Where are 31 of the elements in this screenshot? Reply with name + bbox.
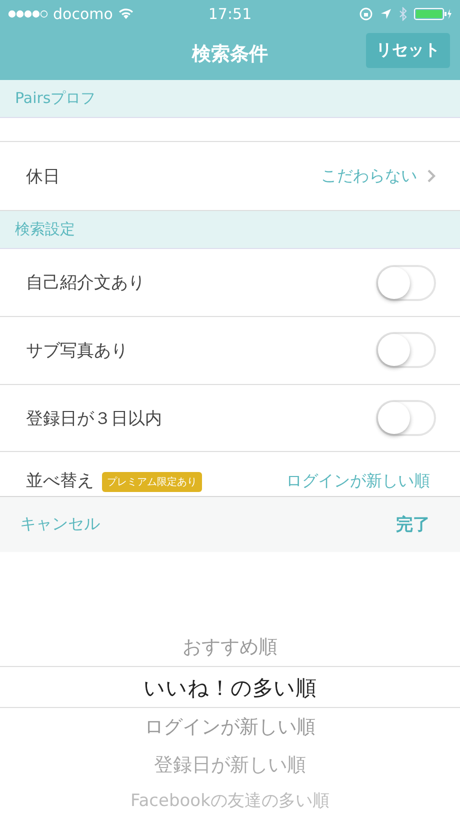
row-label: 休日 [26, 166, 61, 188]
picker-option[interactable]: ログインが新しい順 [0, 708, 460, 746]
row-value[interactable]: こだわらない [321, 166, 417, 187]
carrier-name: docomo [53, 4, 113, 22]
picker-option[interactable]: いいね！の多い順 [0, 666, 460, 708]
screen-title: 検索条件 [192, 42, 268, 66]
section-title: Pairsプロフ [15, 88, 96, 108]
premium-badge: プレミアム限定あり [102, 472, 202, 492]
chevron-icon [427, 169, 436, 184]
row-value[interactable]: ログインが新しい順 [286, 471, 430, 492]
section-title: 検索設定 [15, 220, 75, 240]
row-label: 並べ替え [26, 470, 94, 492]
status-time: 17:51 [208, 4, 252, 22]
picker-option[interactable]: おすすめ順 [0, 628, 460, 666]
toggle-switch[interactable] [376, 332, 436, 368]
row-label: 自己紹介文あり [26, 272, 146, 294]
wifi-icon [118, 8, 134, 20]
row-label: 登録日が３日以内 [26, 408, 163, 430]
rotation-lock-icon [359, 6, 374, 20]
reset-button[interactable]: リセット [366, 33, 450, 68]
toggle-switch[interactable] [376, 264, 436, 301]
signal-icon [8, 10, 48, 18]
cancel-button[interactable]: キャンセル [20, 514, 100, 536]
picker-option[interactable]: Facebookの友達の多い順 [0, 784, 460, 818]
row-label: サブ写真あり [26, 340, 129, 362]
battery-icon [414, 6, 452, 20]
toggle-switch[interactable] [376, 400, 436, 436]
location-icon [380, 8, 392, 20]
picker-option[interactable]: 登録日が新しい順 [0, 746, 460, 784]
bluetooth-icon [399, 6, 408, 20]
done-button[interactable]: 完了 [396, 513, 430, 536]
